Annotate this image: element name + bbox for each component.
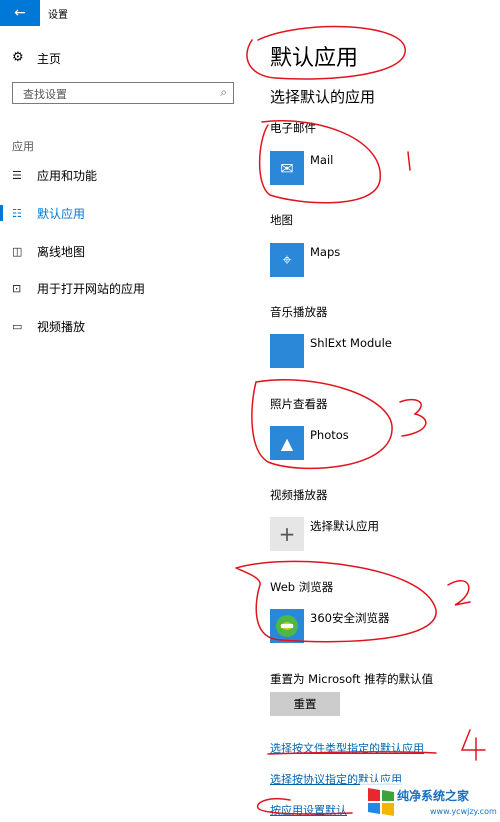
reset-label: 重置为 Microsoft 推荐的默认值 <box>270 672 434 686</box>
annotation-layer <box>235 25 486 815</box>
category-label: 音乐播放器 <box>270 305 328 319</box>
page-subtitle: 选择默认的应用 <box>270 88 376 106</box>
section-header: 应用 <box>12 140 34 153</box>
gear-icon: ⚙ <box>12 50 24 65</box>
app-name: 选择默认应用 <box>310 519 379 533</box>
sidebar-item-offline-maps[interactable]: ◫ 离线地图 <box>0 239 240 263</box>
search-input[interactable] <box>21 84 215 105</box>
sidebar-item-label: 用于打开网站的应用 <box>37 281 146 296</box>
sidebar-item-label: 应用和功能 <box>37 168 98 183</box>
app-name: 360安全浏览器 <box>310 611 390 625</box>
category-label: 地图 <box>270 213 293 227</box>
category-label: 视频播放器 <box>270 488 328 502</box>
selection-indicator <box>0 205 3 221</box>
back-button[interactable]: ← <box>0 0 40 26</box>
annotation-number-3 <box>399 398 427 437</box>
default-apps-icon: ☷ <box>12 206 22 220</box>
watermark-text: 纯净系统之家 <box>397 789 470 803</box>
back-arrow-icon: ← <box>14 5 26 21</box>
video-app-button[interactable]: + 选择默认应用 <box>270 517 379 551</box>
category-label: 电子邮件 <box>270 121 316 135</box>
page-title: 默认应用 <box>270 46 359 71</box>
link-file-type-defaults[interactable]: 选择按文件类型指定的默认应用 <box>270 740 424 756</box>
category-label: Web 浏览器 <box>270 580 334 594</box>
window-title: 设置 <box>48 10 68 21</box>
app-tile-icon <box>270 334 304 368</box>
app-name: Mail <box>310 153 334 167</box>
photos-app-button[interactable]: ▲ Photos <box>270 426 349 460</box>
music-app-button[interactable]: ShlExt Module <box>270 334 392 368</box>
annotation-number-2 <box>447 580 471 606</box>
search-box[interactable]: ⌕ <box>12 82 234 105</box>
sidebar-item-apps-features[interactable]: ☰ 应用和功能 <box>0 163 240 187</box>
browser-360-icon <box>270 609 304 643</box>
nav-home[interactable]: 主页 <box>37 50 61 67</box>
browser-app-button[interactable]: 360安全浏览器 <box>270 609 389 643</box>
maps-icon: ⌖ <box>270 243 304 277</box>
maps-app-button[interactable]: ⌖ Maps <box>270 243 340 277</box>
sidebar-item-default-apps[interactable]: ☷ 默认应用 <box>0 201 240 225</box>
sidebar-item-label: 离线地图 <box>37 244 86 259</box>
search-icon[interactable]: ⌕ <box>220 85 227 100</box>
category-label: 照片查看器 <box>270 397 328 411</box>
website-icon: ⊡ <box>12 281 22 295</box>
link-app-defaults[interactable]: 按应用设置默认 <box>270 802 347 818</box>
mail-icon: ✉ <box>270 151 304 185</box>
app-name: ShlExt Module <box>310 336 392 350</box>
map-icon: ◫ <box>12 244 23 258</box>
plus-icon: + <box>270 517 304 551</box>
annotation-number-4 <box>460 729 486 761</box>
email-app-button[interactable]: ✉ Mail <box>270 151 333 185</box>
annotation-number-1 <box>407 151 411 171</box>
sidebar-item-website-apps[interactable]: ⊡ 用于打开网站的应用 <box>0 276 240 300</box>
app-name: Photos <box>310 428 349 442</box>
sidebar-item-video-playback[interactable]: ▭ 视频播放 <box>0 314 240 338</box>
photos-icon: ▲ <box>270 426 304 460</box>
browser-logo <box>276 615 298 637</box>
sidebar-item-label: 默认应用 <box>37 206 86 221</box>
sidebar-item-label: 视频播放 <box>37 319 86 334</box>
reset-button[interactable]: 重置 <box>270 692 340 716</box>
watermark-url: www.ycwjzy.com <box>430 807 497 816</box>
app-name: Maps <box>310 245 341 259</box>
video-icon: ▭ <box>12 319 23 333</box>
list-icon: ☰ <box>12 168 22 182</box>
